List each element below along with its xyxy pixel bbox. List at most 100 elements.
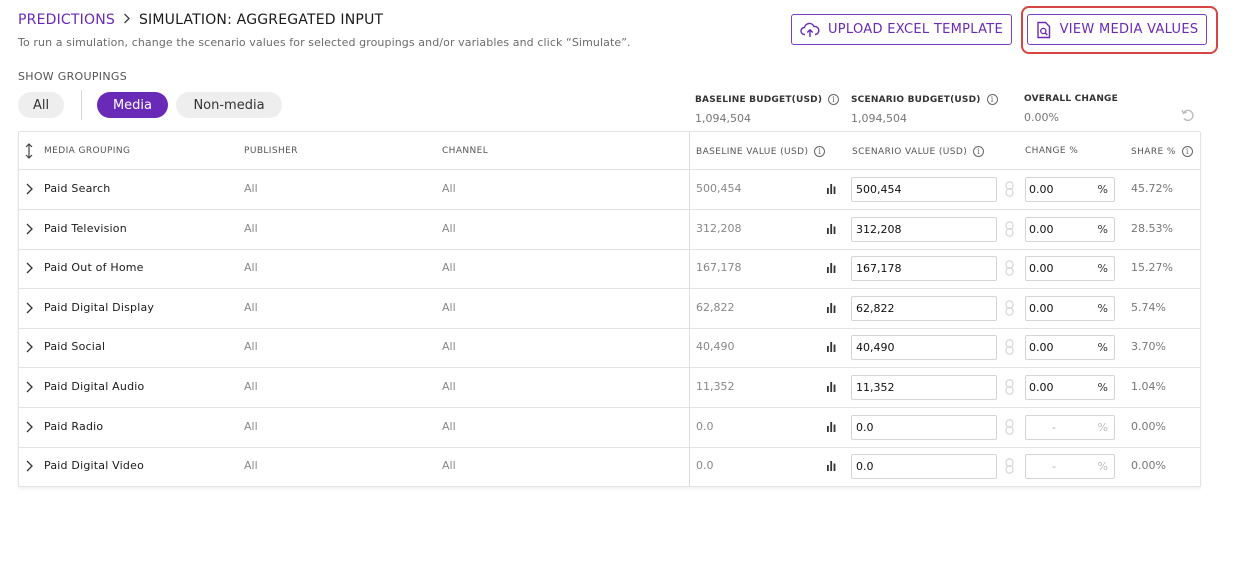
publisher-cell: All	[244, 459, 258, 473]
change-percent-field[interactable]: %	[1025, 256, 1115, 282]
scenario-value-input[interactable]	[851, 454, 997, 480]
chevron-right-icon[interactable]	[26, 341, 33, 353]
grouping-media-pill[interactable]: Media	[97, 92, 168, 118]
channel-cell: All	[442, 340, 456, 354]
change-percent-field[interactable]: %	[1025, 335, 1115, 361]
sort-icon[interactable]	[25, 143, 33, 159]
chevron-right-icon[interactable]	[26, 381, 33, 393]
scenario-value-input[interactable]	[851, 177, 997, 202]
chevron-right-icon[interactable]	[26, 421, 33, 433]
chevron-right-icon[interactable]	[26, 183, 33, 195]
upload-excel-template-label: UPLOAD EXCEL TEMPLATE	[827, 22, 1004, 37]
table-row: Paid Social All All 40,490% 3.70%	[19, 328, 1200, 369]
chevron-right-icon	[123, 12, 131, 28]
table-row: Paid Television All All 312,208% 28.53%	[19, 210, 1200, 250]
media-grouping-table: MEDIA GROUPING PUBLISHER CHANNEL BASELIN…	[18, 131, 1201, 487]
baseline-value-cell: 312,208	[696, 221, 742, 235]
undo-icon[interactable]	[1180, 107, 1196, 123]
scenario-value-input[interactable]	[851, 414, 997, 440]
chevron-right-icon[interactable]	[26, 223, 33, 235]
column-header-share: SHARE % i	[1131, 146, 1193, 157]
link-icon[interactable]	[1005, 299, 1014, 316]
media-grouping-name: Paid Radio	[44, 419, 104, 433]
baseline-value-cell: 62,822	[696, 300, 735, 314]
publisher-cell: All	[244, 340, 258, 354]
media-grouping-name: Paid Television	[44, 221, 127, 235]
scenario-value-input[interactable]	[851, 256, 997, 282]
bar-chart-icon[interactable]	[827, 421, 836, 432]
scenario-value-input[interactable]	[851, 216, 997, 242]
table-row: Paid Out of Home All All 167,178% 15.27%	[19, 249, 1200, 290]
bar-chart-icon[interactable]	[827, 461, 836, 472]
link-icon[interactable]	[1005, 418, 1014, 435]
bar-chart-icon[interactable]	[827, 263, 836, 274]
column-header-scenario-value: SCENARIO VALUE (USD) i	[852, 146, 985, 157]
media-grouping-name: Paid Social	[44, 340, 106, 354]
breadcrumb-predictions-link[interactable]: PREDICTIONS	[18, 12, 115, 28]
bar-chart-icon[interactable]	[827, 302, 836, 313]
share-percent-cell: 3.70%	[1131, 340, 1166, 354]
link-icon[interactable]	[1005, 220, 1014, 237]
change-percent-field[interactable]: %	[1025, 295, 1115, 321]
change-percent-field[interactable]: %	[1025, 216, 1115, 242]
info-icon[interactable]: i	[1181, 146, 1193, 157]
share-percent-cell: 28.53%	[1131, 221, 1173, 235]
change-percent-field[interactable]: %	[1025, 375, 1115, 400]
view-media-values-button[interactable]: VIEW MEDIA VALUES	[1027, 14, 1207, 45]
percent-symbol: %	[1097, 460, 1108, 474]
chevron-right-icon[interactable]	[26, 302, 33, 314]
bar-chart-icon[interactable]	[827, 184, 836, 194]
channel-cell: All	[442, 182, 456, 195]
publisher-cell: All	[244, 419, 258, 433]
link-icon[interactable]	[1005, 339, 1014, 356]
grouping-all-pill[interactable]: All	[18, 92, 64, 118]
change-percent-input[interactable]	[1029, 338, 1089, 358]
chevron-right-icon[interactable]	[26, 460, 33, 472]
change-percent-input[interactable]	[1029, 259, 1089, 279]
info-icon[interactable]: i	[973, 146, 985, 157]
scenario-value-input[interactable]	[851, 375, 997, 400]
change-percent-input[interactable]	[1029, 378, 1089, 397]
media-grouping-name: Paid Digital Video	[44, 459, 145, 473]
change-percent-field[interactable]: %	[1025, 177, 1115, 202]
column-header-baseline-value: BASELINE VALUE (USD) i	[696, 146, 826, 157]
share-percent-cell: 1.04%	[1131, 380, 1166, 393]
change-percent-input[interactable]	[1029, 298, 1089, 318]
page-subtitle: To run a simulation, change the scenario…	[18, 36, 631, 49]
column-header-change: CHANGE %	[1025, 146, 1079, 156]
document-search-icon	[1036, 21, 1050, 38]
change-percent-input	[1029, 457, 1079, 477]
info-icon[interactable]: i	[986, 94, 998, 105]
chevron-right-icon[interactable]	[26, 262, 33, 274]
scenario-value-input[interactable]	[851, 335, 997, 361]
link-icon[interactable]	[1005, 181, 1014, 197]
media-grouping-name: Paid Search	[44, 182, 111, 195]
bar-chart-icon[interactable]	[827, 342, 836, 353]
column-header-scenario-value-text: SCENARIO VALUE (USD)	[852, 146, 968, 157]
publisher-cell: All	[244, 300, 258, 314]
grouping-divider	[81, 90, 82, 120]
column-divider	[689, 132, 690, 486]
baseline-value-cell: 40,490	[696, 340, 735, 354]
column-header-media-grouping[interactable]: MEDIA GROUPING	[44, 146, 130, 156]
change-percent-input	[1029, 417, 1079, 437]
info-icon[interactable]: i	[814, 146, 826, 157]
grouping-non-media-pill[interactable]: Non-media	[176, 92, 282, 118]
link-icon[interactable]	[1005, 260, 1014, 277]
bar-chart-icon[interactable]	[827, 382, 836, 392]
change-percent-input[interactable]	[1029, 219, 1089, 239]
bar-chart-icon[interactable]	[827, 223, 836, 234]
link-icon[interactable]	[1005, 379, 1014, 395]
link-icon[interactable]	[1005, 458, 1014, 475]
channel-cell: All	[442, 300, 456, 314]
column-header-publisher: PUBLISHER	[244, 146, 298, 156]
scenario-value-input[interactable]	[851, 295, 997, 321]
change-percent-input[interactable]	[1029, 180, 1089, 199]
media-grouping-name: Paid Digital Display	[44, 300, 155, 314]
publisher-cell: All	[244, 182, 258, 195]
info-icon[interactable]: i	[828, 94, 840, 105]
share-percent-cell: 0.00%	[1131, 459, 1166, 473]
upload-cloud-icon	[800, 22, 820, 37]
upload-excel-template-button[interactable]: UPLOAD EXCEL TEMPLATE	[791, 14, 1012, 45]
percent-symbol: %	[1097, 420, 1108, 434]
